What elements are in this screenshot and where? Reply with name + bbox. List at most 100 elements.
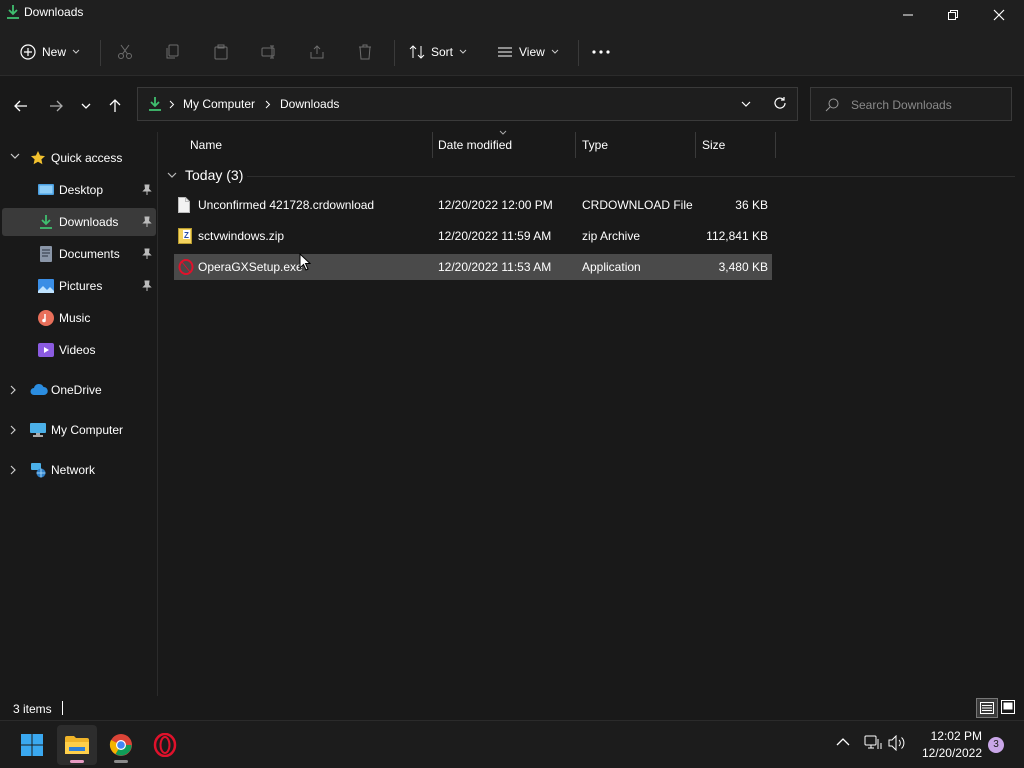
pin-icon[interactable] <box>142 184 152 196</box>
column-header-size[interactable]: Size <box>696 132 775 158</box>
taskbar-chrome[interactable] <box>101 725 141 765</box>
refresh-button[interactable] <box>773 96 787 110</box>
back-button[interactable] <box>9 94 33 118</box>
view-button[interactable]: View <box>497 38 559 66</box>
group-header-today[interactable]: Today (3) <box>167 167 243 183</box>
sort-button[interactable]: Sort <box>409 38 467 66</box>
sidebar-label: Documents <box>59 247 120 261</box>
chevron-down-icon <box>551 49 559 55</box>
sidebar-item-pictures[interactable]: Pictures <box>2 272 156 300</box>
network-status-icon[interactable] <box>864 735 882 751</box>
file-row[interactable]: Unconfirmed 421728.crdownload 12/20/2022… <box>174 192 772 218</box>
chevron-down-icon <box>81 103 91 109</box>
file-row-selected[interactable]: OperaGXSetup.exe 12/20/2022 11:53 AM App… <box>174 254 772 280</box>
search-box[interactable] <box>810 87 1012 121</box>
start-button[interactable] <box>12 725 52 765</box>
file-size: 3,480 KB <box>718 260 768 274</box>
delete-button[interactable] <box>357 38 373 66</box>
mouse-cursor-icon <box>299 253 311 271</box>
pin-icon[interactable] <box>142 280 152 292</box>
column-header-name[interactable]: Name <box>159 132 432 158</box>
toolbar-divider <box>394 40 395 66</box>
restore-button[interactable] <box>930 0 976 30</box>
chevron-right-icon <box>265 100 271 109</box>
rename-icon <box>261 44 277 60</box>
chevron-right-icon <box>10 385 16 395</box>
sidebar-item-my-computer[interactable]: My Computer <box>2 416 156 444</box>
taskbar-opera-gx[interactable] <box>145 725 185 765</box>
breadcrumb-my-computer[interactable]: My Computer <box>183 97 255 111</box>
sidebar-item-network[interactable]: Network <box>2 456 156 484</box>
rename-button[interactable] <box>261 38 277 66</box>
taskbar-date[interactable]: 12/20/2022 <box>912 746 982 760</box>
forward-button[interactable] <box>44 94 68 118</box>
chevron-down-icon <box>72 49 80 55</box>
taskbar-file-explorer[interactable] <box>57 725 97 765</box>
show-hidden-icons-button[interactable] <box>836 738 850 746</box>
column-divider[interactable] <box>775 132 776 158</box>
file-size: 112,841 KB <box>706 229 768 243</box>
network-icon <box>30 462 46 478</box>
new-label: New <box>42 45 67 59</box>
file-row[interactable]: Z sctvwindows.zip 12/20/2022 11:59 AM zi… <box>174 223 772 249</box>
tiles-view-button[interactable] <box>1001 700 1015 714</box>
view-label: View <box>519 45 545 59</box>
toolbar-divider <box>578 40 579 66</box>
zip-icon: Z <box>178 228 192 244</box>
active-app-indicator <box>70 760 84 763</box>
sidebar-item-documents[interactable]: Documents <box>2 240 156 268</box>
sort-chevron-icon <box>499 130 507 135</box>
cut-button[interactable] <box>117 38 133 66</box>
folder-icon <box>65 735 89 755</box>
pin-icon[interactable] <box>142 248 152 260</box>
arrow-left-icon <box>14 100 28 112</box>
address-bar[interactable]: My Computer Downloads <box>137 87 798 121</box>
plus-circle-icon <box>20 44 36 60</box>
onedrive-icon <box>30 382 48 398</box>
file-icon <box>178 197 190 213</box>
close-button[interactable] <box>976 0 1022 30</box>
videos-icon <box>38 342 54 358</box>
file-name: Unconfirmed 421728.crdownload <box>198 198 375 212</box>
address-dropdown-button[interactable] <box>741 101 751 107</box>
copy-button[interactable] <box>165 38 181 66</box>
sort-icon <box>409 44 425 60</box>
sidebar-label: Quick access <box>51 151 123 165</box>
up-button[interactable] <box>103 94 127 118</box>
window-title: Downloads <box>24 5 84 19</box>
column-header-date[interactable]: Date modified <box>433 130 575 158</box>
notification-badge[interactable]: 3 <box>988 737 1004 753</box>
new-button[interactable]: New <box>20 38 80 66</box>
more-options-button[interactable] <box>592 38 610 66</box>
sidebar-quick-access[interactable]: Quick access <box>2 144 156 172</box>
file-date: 12/20/2022 11:53 AM <box>438 260 552 274</box>
sidebar-item-videos[interactable]: Videos <box>2 336 156 364</box>
sidebar-item-downloads[interactable]: Downloads <box>2 208 156 236</box>
windows-logo-icon <box>21 734 43 756</box>
download-icon <box>6 4 20 20</box>
sidebar-item-music[interactable]: Music <box>2 304 156 332</box>
share-button[interactable] <box>309 38 325 66</box>
taskbar-time[interactable]: 12:02 PM <box>912 729 982 743</box>
search-icon <box>825 98 839 112</box>
arrow-up-icon <box>109 99 121 113</box>
pictures-icon <box>38 278 54 294</box>
sidebar-item-onedrive[interactable]: OneDrive <box>2 376 156 404</box>
recent-locations-button[interactable] <box>74 94 98 118</box>
search-input[interactable] <box>851 96 1001 114</box>
breadcrumb-downloads[interactable]: Downloads <box>280 97 339 111</box>
file-size: 36 KB <box>735 198 768 212</box>
file-name: OperaGXSetup.exe <box>198 260 303 274</box>
item-count: 3 items <box>13 702 52 716</box>
details-view-button[interactable] <box>976 698 998 718</box>
volume-icon[interactable] <box>888 735 906 751</box>
sidebar-item-desktop[interactable]: Desktop <box>2 176 156 204</box>
column-header-type[interactable]: Type <box>576 132 695 158</box>
paste-button[interactable] <box>213 38 229 66</box>
sidebar-label: Music <box>59 311 91 325</box>
opera-gx-icon <box>153 733 177 757</box>
chevron-down-icon <box>459 49 467 55</box>
pin-icon[interactable] <box>142 216 152 228</box>
documents-icon <box>38 246 54 262</box>
minimize-button[interactable] <box>885 0 931 30</box>
